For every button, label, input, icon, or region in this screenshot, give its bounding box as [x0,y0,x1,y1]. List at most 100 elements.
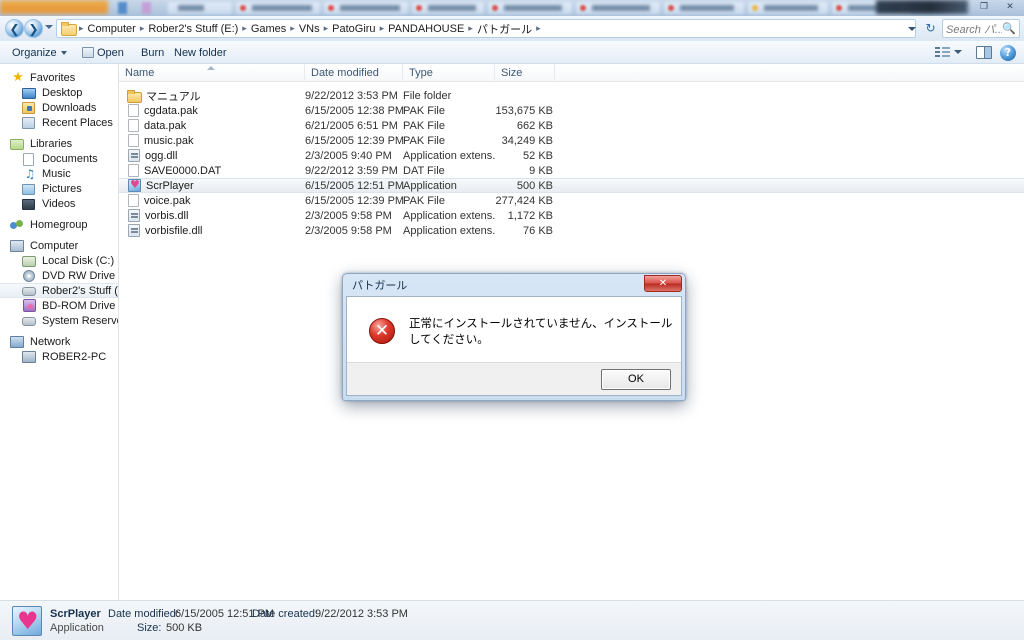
sidebar-item-libraries[interactable]: Libraries [0,136,118,151]
browser-favicon-blur [328,5,334,11]
browser-favicon-blur [836,5,842,11]
sidebar-item-bd-rom-drive-f[interactable]: BD-ROM Drive (F:) D [0,298,118,313]
refresh-icon[interactable]: ↻ [922,20,939,37]
sidebar-label: Local Disk (C:) [42,254,115,267]
table-row[interactable]: cgdata.pak 6/15/2005 12:38 PM PAK File 1… [119,103,1024,118]
details-date-created-value: 9/22/2012 3:53 PM [315,608,408,620]
sidebar-item-system-reserved-g[interactable]: System Reserved (G: [0,313,118,328]
sidebar-label: Rober2's Stuff (E:) [42,284,118,297]
sidebar-item-documents[interactable]: Documents [0,151,118,166]
sidebar-item-local-disk-c[interactable]: Local Disk (C:) [0,253,118,268]
libraries-icon [10,137,26,151]
sidebar-label: ROBER2-PC [42,350,107,363]
dialog-titlebar[interactable]: パトガール ✕ [346,275,682,296]
browser-tab-text-blur [592,5,650,11]
browser-close-button[interactable]: ✕ [1000,1,1020,13]
error-dialog: パトガール ✕ ✕ 正常にインストールされていません、インストールしてください。… [342,273,686,401]
column-header-size[interactable]: Size [495,64,555,82]
file-name-cell: vorbisfile.dll [127,224,307,237]
breadcrumb-pandahouse[interactable]: PANDAHOUSE [385,22,467,36]
sidebar-label: Pictures [42,182,82,195]
file-date: 9/22/2012 3:59 PM [305,164,398,177]
folder-icon [127,89,142,103]
open-button[interactable]: Open [78,45,128,61]
file-type: PAK File [403,119,445,132]
file-type: PAK File [403,134,445,147]
breadcrumb-games[interactable]: Games [248,22,289,36]
table-row[interactable]: マニュアル 9/22/2012 3:53 PM File folder [119,88,1024,103]
details-file-type: Application [50,622,104,634]
sidebar-item-computer[interactable]: Computer [0,238,118,253]
file-name: vorbis.dll [145,209,189,222]
table-row[interactable]: music.pak 6/15/2005 12:39 PM PAK File 34… [119,133,1024,148]
sidebar-item-rober2-pc[interactable]: ROBER2-PC [0,349,118,364]
browser-maximize-button[interactable]: ❐ [974,1,994,13]
table-row[interactable]: voice.pak 6/15/2005 12:39 PM PAK File 27… [119,193,1024,208]
breadcrumb-patogirl[interactable]: パトガール [474,20,535,38]
table-row[interactable]: ogg.dll 2/3/2005 9:40 PM Application ext… [119,148,1024,163]
navigation-pane[interactable]: ★ Favorites Desktop Downloads Recent Pla… [0,64,118,600]
history-dropdown-icon[interactable] [45,25,53,29]
sidebar-label: Desktop [42,86,83,99]
file-size: 52 KB [523,149,553,162]
breadcrumb-rober2s-stuff[interactable]: Rober2's Stuff (E:) [145,22,241,36]
sidebar-item-rober2s-stuff-e[interactable]: Rober2's Stuff (E:) [0,283,118,298]
preview-pane-icon [976,46,992,59]
new-folder-button[interactable]: New folder [170,45,231,61]
forward-button[interactable]: ❯ [24,19,43,38]
sidebar-item-pictures[interactable]: Pictures [0,181,118,196]
browser-tab-text-blur [504,5,562,11]
address-bar[interactable]: ▸ Computer ▸ Rober2's Stuff (E:) ▸ Games… [56,19,916,38]
breadcrumb-patogiru[interactable]: PatoGiru [329,22,378,36]
dll-icon [128,209,140,222]
back-button[interactable]: ❮ [5,19,24,38]
search-box[interactable]: Search パ... 🔍 [942,19,1020,38]
forward-arrow-icon: ❯ [28,22,39,36]
help-button[interactable]: ? [1000,45,1016,63]
browser-favicon-blur [492,5,498,11]
breadcrumb-vns[interactable]: VNs [296,22,323,36]
table-row[interactable]: vorbisfile.dll 2/3/2005 9:58 PM Applicat… [119,223,1024,238]
file-name-cell: voice.pak [127,194,307,207]
column-header-type[interactable]: Type [403,64,495,82]
file-date: 6/15/2005 12:51 PM [305,179,405,192]
chevron-down-icon [954,50,962,54]
sidebar-item-music[interactable]: ♫ Music [0,166,118,181]
explorer-window: — ❐ ✕ ❮ ❯ ▸ Computer ▸ Rober2's Stuff (E… [0,0,1024,640]
sidebar-item-videos[interactable]: Videos [0,196,118,211]
sidebar-item-desktop[interactable]: Desktop [0,85,118,100]
music-note-icon: ♫ [24,166,36,181]
sidebar-item-favorites[interactable]: ★ Favorites [0,70,118,85]
sidebar-item-homegroup[interactable]: Homegroup [0,217,118,232]
search-input[interactable]: Search パ... [946,21,1002,37]
file-size: 500 KB [516,179,553,192]
help-icon: ? [1000,45,1016,61]
table-row[interactable]: vorbis.dll 2/3/2005 9:58 PM Application … [119,208,1024,223]
file-size: 153,675 KB [495,104,554,117]
column-header-date-modified[interactable]: Date modified [305,64,403,82]
organize-button[interactable]: Organize [8,45,71,61]
file-size: 34,249 KB [501,134,553,147]
file-name-cell: cgdata.pak [127,104,307,117]
burn-button[interactable]: Burn [137,45,168,61]
sidebar-item-recent-places[interactable]: Recent Places [0,115,118,130]
close-icon[interactable]: ✕ [644,275,682,292]
file-icon [128,119,139,132]
sidebar-item-dvd-rw-drive-d[interactable]: DVD RW Drive (D:) T [0,268,118,283]
sidebar-item-downloads[interactable]: Downloads [0,100,118,115]
browser-minimize-button[interactable]: — [950,1,970,13]
preview-pane-button[interactable] [976,46,992,64]
table-row[interactable]: SAVE0000.DAT 9/22/2012 3:59 PM DAT File … [119,163,1024,178]
address-dropdown-icon[interactable] [908,27,916,31]
change-view-button[interactable] [935,46,950,64]
sidebar-item-network[interactable]: Network [0,334,118,349]
breadcrumb-computer[interactable]: Computer [85,22,139,36]
videos-icon [22,197,38,211]
column-header-name[interactable]: Name [119,64,305,82]
file-name: music.pak [144,134,194,147]
ok-button[interactable]: OK [601,369,671,390]
organize-label: Organize [12,47,57,59]
table-row[interactable]: data.pak 6/21/2005 6:51 PM PAK File 662 … [119,118,1024,133]
table-row[interactable]: ScrPlayer 6/15/2005 12:51 PM Application… [119,178,1024,193]
file-name: ogg.dll [145,149,178,162]
